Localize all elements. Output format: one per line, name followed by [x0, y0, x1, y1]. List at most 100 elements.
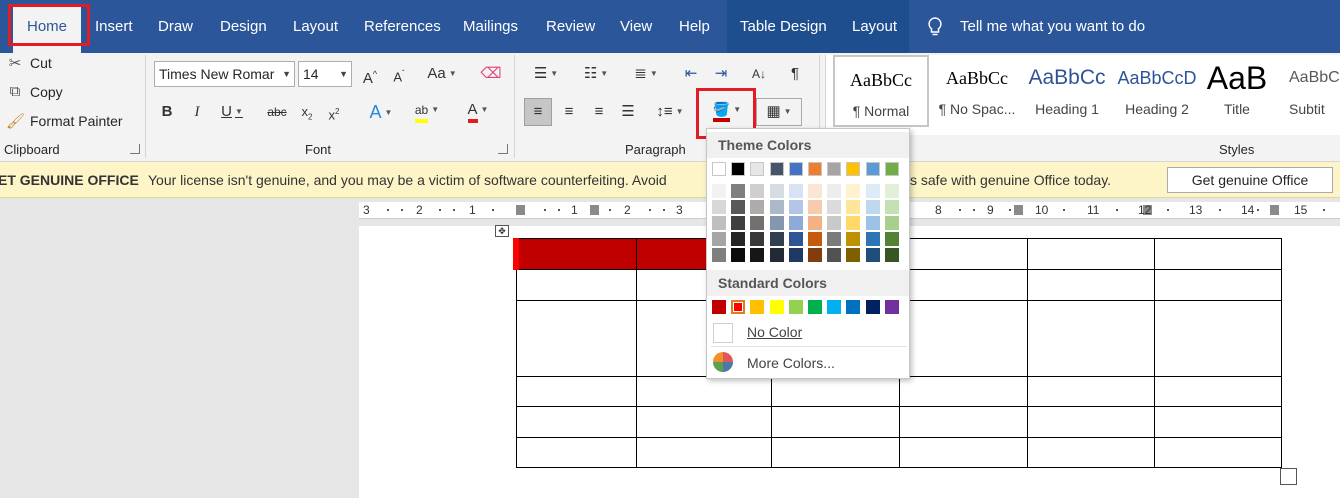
theme-color-swatch[interactable] [788, 248, 803, 262]
theme-color-swatch[interactable] [827, 232, 842, 246]
get-genuine-office-button[interactable]: Get genuine Office [1167, 167, 1333, 193]
theme-color-swatch[interactable] [827, 200, 842, 214]
standard-color-swatch[interactable] [808, 300, 822, 314]
tab-references[interactable]: References [364, 0, 441, 53]
change-case-button[interactable]: Aa ▼ [422, 62, 462, 86]
table-cell[interactable] [770, 406, 900, 438]
style-subtitle[interactable]: AaBbC Subtit [1279, 55, 1340, 127]
table-cell[interactable] [515, 269, 637, 301]
multilevel-list-button[interactable]: ≣ ▼ [624, 62, 668, 86]
standard-color-swatch[interactable] [712, 300, 726, 314]
bold-button[interactable]: B [155, 100, 179, 124]
bullets-button[interactable]: ☰ ▼ [524, 62, 568, 86]
standard-color-swatch[interactable] [884, 300, 899, 314]
theme-color-swatch[interactable] [731, 184, 746, 198]
table-cell[interactable] [898, 269, 1028, 301]
standard-color-swatch[interactable] [769, 300, 784, 314]
theme-color-swatch[interactable] [731, 232, 746, 246]
theme-color-swatch[interactable] [712, 248, 726, 262]
align-right-button[interactable]: ≡ [586, 100, 612, 124]
theme-color-swatch[interactable] [769, 216, 784, 230]
table-cell[interactable] [1026, 238, 1155, 270]
theme-color-swatch[interactable] [788, 216, 803, 230]
table-cell[interactable] [515, 406, 637, 438]
theme-color-swatch[interactable] [865, 184, 880, 198]
theme-color-swatch[interactable] [769, 248, 784, 262]
table-cell[interactable] [1153, 376, 1282, 407]
style-heading-1[interactable]: AaBbCc Heading 1 [1019, 55, 1115, 127]
theme-color-swatch[interactable] [788, 232, 803, 246]
table-cell[interactable] [898, 300, 1028, 377]
theme-color-swatch[interactable] [884, 216, 899, 230]
table-cell[interactable] [635, 406, 772, 438]
theme-color-swatch[interactable] [808, 162, 822, 176]
theme-color-swatch[interactable] [865, 162, 880, 176]
table-cell[interactable] [898, 437, 1028, 468]
table-cell[interactable] [770, 437, 900, 468]
tab-design[interactable]: Design [220, 0, 267, 53]
align-center-button[interactable]: ≡ [556, 100, 582, 124]
no-color-swatch[interactable] [713, 323, 733, 343]
shrink-font-button[interactable]: Aˇ [387, 62, 411, 86]
theme-color-swatch[interactable] [731, 200, 746, 214]
theme-color-swatch[interactable] [750, 216, 765, 230]
tab-insert[interactable]: Insert [95, 0, 133, 53]
theme-color-swatch[interactable] [750, 248, 765, 262]
clear-formatting-icon[interactable]: ⌫ [478, 62, 504, 86]
table-cell[interactable] [513, 238, 637, 270]
grow-font-button[interactable]: A^ [358, 62, 382, 87]
numbering-button[interactable]: ☷ ▼ [574, 62, 618, 86]
theme-color-swatch[interactable] [827, 184, 842, 198]
increase-indent-icon[interactable]: ⇥ [708, 62, 734, 86]
tab-review[interactable]: Review [546, 0, 595, 53]
theme-color-swatch[interactable] [865, 216, 880, 230]
tab-table-layout[interactable]: Layout [852, 0, 897, 53]
table-resize-handle[interactable] [1280, 468, 1297, 485]
theme-color-swatch[interactable] [750, 200, 765, 214]
justify-button[interactable]: ☰ [615, 100, 641, 124]
table-cell[interactable] [1026, 376, 1155, 407]
table-cell[interactable] [1153, 406, 1282, 438]
theme-color-swatch[interactable] [788, 200, 803, 214]
borders-button[interactable]: ▦ ▼ [756, 98, 802, 126]
strikethrough-button[interactable]: abc [262, 100, 292, 124]
theme-color-swatch[interactable] [884, 248, 899, 262]
theme-color-swatch[interactable] [846, 216, 861, 230]
standard-color-swatch[interactable] [827, 300, 842, 314]
theme-color-swatch[interactable] [750, 232, 765, 246]
table-cell[interactable] [1026, 269, 1155, 301]
show-marks-icon[interactable]: ¶ [782, 62, 808, 86]
ruler-marker[interactable] [590, 205, 599, 215]
theme-color-swatch[interactable] [731, 248, 746, 262]
cut-button[interactable]: ✂ Cut [6, 54, 52, 72]
standard-color-swatch[interactable] [731, 300, 746, 314]
subscript-button[interactable]: x2 [296, 100, 318, 124]
theme-color-swatch[interactable] [808, 232, 822, 246]
table-cell[interactable] [1153, 269, 1282, 301]
more-colors-item[interactable]: More Colors... [747, 355, 835, 371]
theme-color-swatch[interactable] [884, 184, 899, 198]
highlight-color-button[interactable]: ab ▼ [408, 98, 446, 123]
theme-color-swatch[interactable] [846, 248, 861, 262]
underline-button[interactable]: U ▼ [214, 100, 250, 124]
format-painter-button[interactable]: 🖌 Format Painter [6, 112, 123, 130]
table-move-handle-icon[interactable]: ✥ [495, 225, 509, 237]
tab-layout[interactable]: Layout [293, 0, 338, 53]
theme-color-swatch[interactable] [865, 232, 880, 246]
tab-view[interactable]: View [620, 0, 652, 53]
theme-color-swatch[interactable] [827, 162, 842, 176]
theme-color-swatch[interactable] [846, 162, 861, 176]
theme-color-swatch[interactable] [827, 216, 842, 230]
theme-color-swatch[interactable] [846, 184, 861, 198]
table-cell[interactable] [515, 376, 637, 407]
theme-color-swatch[interactable] [808, 216, 822, 230]
tab-draw[interactable]: Draw [158, 0, 193, 53]
standard-color-swatch[interactable] [750, 300, 765, 314]
theme-color-swatch[interactable] [712, 200, 726, 214]
superscript-button[interactable]: x2 [323, 100, 345, 124]
table-cell[interactable] [1153, 300, 1282, 377]
decrease-indent-icon[interactable]: ⇤ [678, 62, 704, 86]
theme-color-swatch[interactable] [865, 200, 880, 214]
table-cell[interactable] [1026, 300, 1155, 377]
style-title[interactable]: AaB Title [1189, 55, 1285, 127]
